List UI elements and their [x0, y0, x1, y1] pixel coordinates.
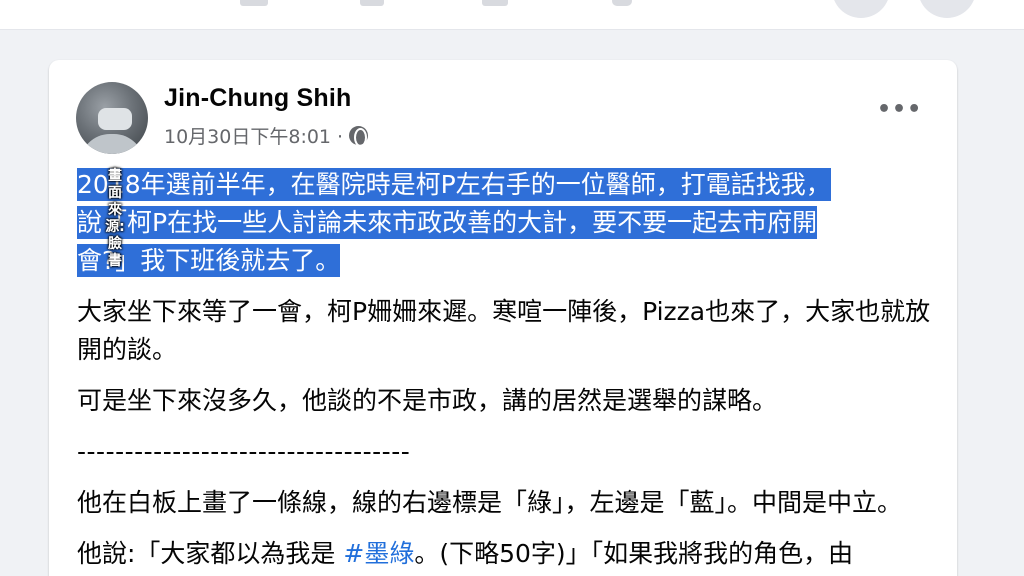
paragraph-3: 可是坐下來沒多久，他談的不是市政，講的居然是選舉的謀略。: [77, 386, 778, 415]
paragraph-4: 他在白板上畫了一條線，線的右邊標是「綠」，左邊是「藍」。中間是中立。: [77, 488, 903, 517]
post-body: 2018年選前半年，在醫院時是柯P左右手的一位醫師，打電話找我， 說「柯P在找一…: [77, 166, 937, 576]
more-options-button[interactable]: •••: [877, 99, 922, 121]
post-author-name[interactable]: Jin-Chung Shih: [164, 84, 352, 113]
nav-watch-icon[interactable]: [360, 0, 384, 6]
nav-marketplace-icon[interactable]: [482, 0, 508, 6]
text-divider: -----------------------------------: [77, 437, 411, 466]
highlighted-paragraph: 2018年選前半年，在醫院時是柯P左右手的一位醫師，打電話找我， 說「柯P在找一…: [77, 166, 937, 280]
paragraph-5: 他說:「大家都以為我是 #墨綠。(下略50字)」「如果我將我的角色，由: [77, 535, 937, 573]
avatar[interactable]: [76, 82, 148, 154]
paragraph-5-start: 他說:「大家都以為我是: [77, 539, 344, 568]
hashtag-link[interactable]: #墨綠: [343, 539, 414, 568]
avatar-mask-shape: [98, 108, 132, 130]
nav-home-icon[interactable]: [240, 0, 268, 6]
nav-groups-icon[interactable]: [612, 0, 632, 6]
post-meta: 10月30日下午8:01 ·: [164, 122, 369, 149]
post-card: Jin-Chung Shih 10月30日下午8:01 · ••• 2018年選…: [49, 60, 957, 576]
globe-icon: [349, 126, 369, 147]
top-navigation-bar: [0, 0, 1024, 30]
notifications-button[interactable]: [918, 0, 976, 18]
paragraph-5-end: 。(下略50字)」「如果我將我的角色，由: [414, 539, 854, 568]
highlighted-line-2: 說「柯P在找一些人討論未來市政改善的大計，要不要一起去市府開: [77, 206, 818, 239]
highlighted-line-1: 2018年選前半年，在醫院時是柯P左右手的一位醫師，打電話找我，: [77, 168, 831, 201]
paragraph-2: 大家坐下來等了一會，柯P姍姍來遲。寒喧一陣後，Pizza也來了，大家也就放開的談…: [77, 297, 931, 364]
account-button[interactable]: [832, 0, 890, 18]
post-timestamp[interactable]: 10月30日下午8:01 ·: [164, 122, 343, 149]
source-caption: 畫面來源:臉書: [105, 168, 125, 269]
avatar-shoulder-shape: [80, 134, 144, 154]
